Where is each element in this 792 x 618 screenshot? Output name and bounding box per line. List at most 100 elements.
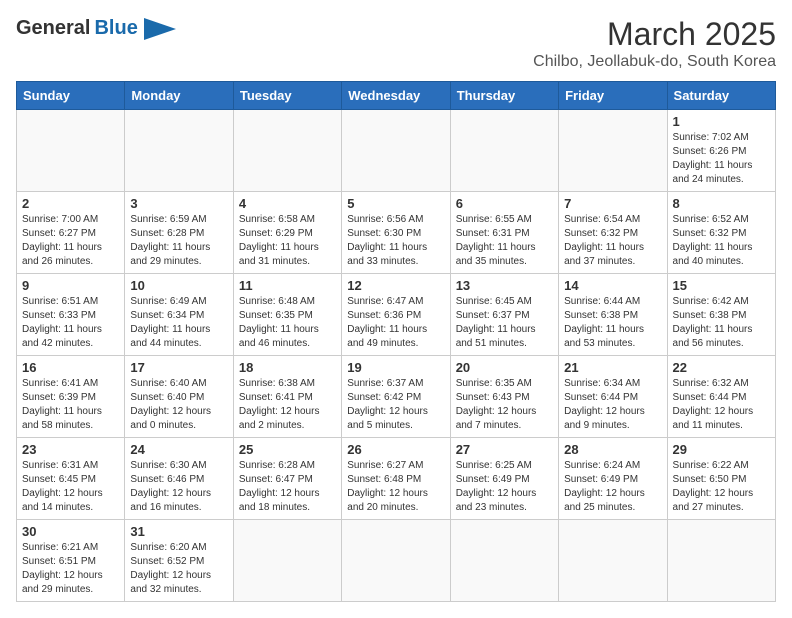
calendar-day-cell [233, 520, 341, 602]
day-info: Sunrise: 6:22 AM Sunset: 6:50 PM Dayligh… [673, 459, 770, 515]
calendar-body: 1 Sunrise: 7:02 AM Sunset: 6:26 PM Daylig… [17, 110, 776, 602]
calendar-day-cell: 14 Sunrise: 6:44 AM Sunset: 6:38 PM Dayli… [559, 274, 667, 356]
day-info: Sunrise: 6:28 AM Sunset: 6:47 PM Dayligh… [239, 459, 336, 515]
calendar-day-cell: 31 Sunrise: 6:20 AM Sunset: 6:52 PM Dayli… [125, 520, 233, 602]
calendar-day-cell [233, 110, 341, 192]
day-number: 1 [673, 114, 770, 129]
day-number: 20 [456, 360, 553, 375]
calendar-week-row: 16 Sunrise: 6:41 AM Sunset: 6:39 PM Dayli… [17, 356, 776, 438]
page-header: General Blue March 2025 Chilbo, Jeollabu… [16, 16, 776, 71]
calendar-day-cell: 29 Sunrise: 6:22 AM Sunset: 6:50 PM Dayli… [667, 438, 775, 520]
day-info: Sunrise: 7:00 AM Sunset: 6:27 PM Dayligh… [22, 213, 119, 269]
calendar-day-cell: 28Sunrise: 6:24 AM Sunset: 6:49 PM Dayli… [559, 438, 667, 520]
calendar-day-cell: 3 Sunrise: 6:59 AM Sunset: 6:28 PM Daylig… [125, 192, 233, 274]
day-of-week-header: Wednesday [342, 82, 450, 110]
day-info: Sunrise: 6:55 AM Sunset: 6:31 PM Dayligh… [456, 213, 553, 269]
calendar-day-cell: 20Sunrise: 6:35 AM Sunset: 6:43 PM Dayli… [450, 356, 558, 438]
calendar-day-cell: 2 Sunrise: 7:00 AM Sunset: 6:27 PM Daylig… [17, 192, 125, 274]
day-info: Sunrise: 6:20 AM Sunset: 6:52 PM Dayligh… [130, 541, 227, 597]
calendar-day-cell [450, 110, 558, 192]
calendar-day-cell [342, 520, 450, 602]
logo: General Blue [16, 16, 176, 40]
day-number: 3 [130, 196, 227, 211]
calendar-day-cell: 11 Sunrise: 6:48 AM Sunset: 6:35 PM Dayli… [233, 274, 341, 356]
calendar-day-cell: 19Sunrise: 6:37 AM Sunset: 6:42 PM Dayli… [342, 356, 450, 438]
calendar-day-cell: 15 Sunrise: 6:42 AM Sunset: 6:38 PM Dayli… [667, 274, 775, 356]
day-number: 7 [564, 196, 661, 211]
calendar-day-cell: 13Sunrise: 6:45 AM Sunset: 6:37 PM Dayli… [450, 274, 558, 356]
day-number: 26 [347, 442, 444, 457]
calendar-day-cell [17, 110, 125, 192]
calendar-day-cell: 24 Sunrise: 6:30 AM Sunset: 6:46 PM Dayli… [125, 438, 233, 520]
day-info: Sunrise: 6:59 AM Sunset: 6:28 PM Dayligh… [130, 213, 227, 269]
calendar-week-row: 23Sunrise: 6:31 AM Sunset: 6:45 PM Dayli… [17, 438, 776, 520]
logo-blue-text: Blue [94, 17, 137, 40]
calendar-day-cell: 27Sunrise: 6:25 AM Sunset: 6:49 PM Dayli… [450, 438, 558, 520]
logo-icon [144, 18, 176, 40]
day-of-week-header: Tuesday [233, 82, 341, 110]
calendar-day-cell: 5Sunrise: 6:56 AM Sunset: 6:30 PM Daylig… [342, 192, 450, 274]
day-info: Sunrise: 7:02 AM Sunset: 6:26 PM Dayligh… [673, 131, 770, 187]
calendar-day-cell [342, 110, 450, 192]
calendar-day-cell [450, 520, 558, 602]
day-number: 29 [673, 442, 770, 457]
day-info: Sunrise: 6:45 AM Sunset: 6:37 PM Dayligh… [456, 295, 553, 351]
day-number: 11 [239, 278, 336, 293]
day-info: Sunrise: 6:38 AM Sunset: 6:41 PM Dayligh… [239, 377, 336, 433]
day-number: 9 [22, 278, 119, 293]
day-info: Sunrise: 6:48 AM Sunset: 6:35 PM Dayligh… [239, 295, 336, 351]
calendar-day-cell: 10Sunrise: 6:49 AM Sunset: 6:34 PM Dayli… [125, 274, 233, 356]
day-number: 25 [239, 442, 336, 457]
day-number: 16 [22, 360, 119, 375]
day-number: 5 [347, 196, 444, 211]
day-of-week-header: Friday [559, 82, 667, 110]
calendar-day-cell: 1 Sunrise: 7:02 AM Sunset: 6:26 PM Daylig… [667, 110, 775, 192]
day-number: 6 [456, 196, 553, 211]
calendar-day-cell: 30 Sunrise: 6:21 AM Sunset: 6:51 PM Dayli… [17, 520, 125, 602]
day-info: Sunrise: 6:49 AM Sunset: 6:34 PM Dayligh… [130, 295, 227, 351]
calendar-day-cell [559, 520, 667, 602]
calendar-day-cell: 7 Sunrise: 6:54 AM Sunset: 6:32 PM Daylig… [559, 192, 667, 274]
calendar-day-cell: 25 Sunrise: 6:28 AM Sunset: 6:47 PM Dayli… [233, 438, 341, 520]
day-number: 4 [239, 196, 336, 211]
day-info: Sunrise: 6:37 AM Sunset: 6:42 PM Dayligh… [347, 377, 444, 433]
calendar-table: SundayMondayTuesdayWednesdayThursdayFrid… [16, 81, 776, 602]
day-of-week-header: Sunday [17, 82, 125, 110]
day-number: 14 [564, 278, 661, 293]
calendar-day-cell: 17 Sunrise: 6:40 AM Sunset: 6:40 PM Dayli… [125, 356, 233, 438]
day-info: Sunrise: 6:54 AM Sunset: 6:32 PM Dayligh… [564, 213, 661, 269]
calendar-title: March 2025 [533, 16, 776, 53]
day-number: 31 [130, 524, 227, 539]
calendar-week-row: 2 Sunrise: 7:00 AM Sunset: 6:27 PM Daylig… [17, 192, 776, 274]
day-info: Sunrise: 6:34 AM Sunset: 6:44 PM Dayligh… [564, 377, 661, 433]
calendar-day-cell: 23Sunrise: 6:31 AM Sunset: 6:45 PM Dayli… [17, 438, 125, 520]
day-of-week-header: Thursday [450, 82, 558, 110]
calendar-day-cell: 12 Sunrise: 6:47 AM Sunset: 6:36 PM Dayli… [342, 274, 450, 356]
day-info: Sunrise: 6:21 AM Sunset: 6:51 PM Dayligh… [22, 541, 119, 597]
day-info: Sunrise: 6:42 AM Sunset: 6:38 PM Dayligh… [673, 295, 770, 351]
day-number: 17 [130, 360, 227, 375]
day-info: Sunrise: 6:27 AM Sunset: 6:48 PM Dayligh… [347, 459, 444, 515]
day-number: 15 [673, 278, 770, 293]
day-info: Sunrise: 6:52 AM Sunset: 6:32 PM Dayligh… [673, 213, 770, 269]
calendar-day-cell: 4Sunrise: 6:58 AM Sunset: 6:29 PM Daylig… [233, 192, 341, 274]
day-number: 22 [673, 360, 770, 375]
day-number: 24 [130, 442, 227, 457]
day-info: Sunrise: 6:41 AM Sunset: 6:39 PM Dayligh… [22, 377, 119, 433]
day-info: Sunrise: 6:25 AM Sunset: 6:49 PM Dayligh… [456, 459, 553, 515]
day-info: Sunrise: 6:44 AM Sunset: 6:38 PM Dayligh… [564, 295, 661, 351]
day-number: 30 [22, 524, 119, 539]
title-block: March 2025 Chilbo, Jeollabuk-do, South K… [533, 16, 776, 71]
calendar-day-cell: 18 Sunrise: 6:38 AM Sunset: 6:41 PM Dayli… [233, 356, 341, 438]
day-info: Sunrise: 6:30 AM Sunset: 6:46 PM Dayligh… [130, 459, 227, 515]
day-info: Sunrise: 6:31 AM Sunset: 6:45 PM Dayligh… [22, 459, 119, 515]
day-info: Sunrise: 6:51 AM Sunset: 6:33 PM Dayligh… [22, 295, 119, 351]
calendar-day-cell: 8Sunrise: 6:52 AM Sunset: 6:32 PM Daylig… [667, 192, 775, 274]
day-number: 2 [22, 196, 119, 211]
day-info: Sunrise: 6:40 AM Sunset: 6:40 PM Dayligh… [130, 377, 227, 433]
calendar-day-cell: 26 Sunrise: 6:27 AM Sunset: 6:48 PM Dayli… [342, 438, 450, 520]
day-number: 12 [347, 278, 444, 293]
day-of-week-header: Saturday [667, 82, 775, 110]
day-number: 18 [239, 360, 336, 375]
day-info: Sunrise: 6:47 AM Sunset: 6:36 PM Dayligh… [347, 295, 444, 351]
